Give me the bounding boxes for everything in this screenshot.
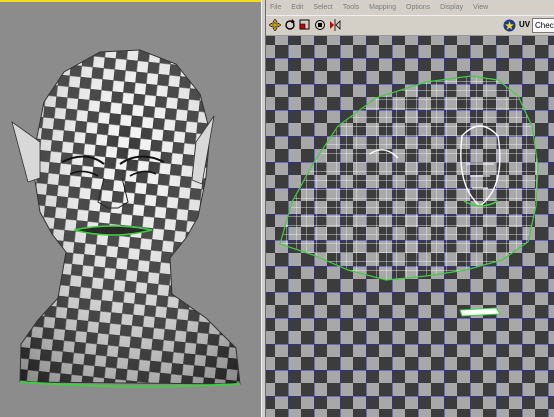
menu-options[interactable]: Options: [406, 0, 430, 15]
head-model: [11, 49, 241, 388]
menu-mapping[interactable]: Mapping: [369, 0, 396, 15]
uv-menubar: File Edit Select Tools Mapping Options D…: [266, 0, 554, 15]
mirror-icon[interactable]: [328, 18, 342, 32]
menu-file[interactable]: File: [270, 0, 281, 15]
menu-edit[interactable]: Edit: [291, 0, 303, 15]
menu-view[interactable]: View: [473, 0, 488, 15]
menu-display[interactable]: Display: [440, 0, 463, 15]
menu-tools[interactable]: Tools: [343, 0, 359, 15]
uv-editor-window: File Edit Select Tools Mapping Options D…: [266, 0, 554, 417]
uv-label: UV: [519, 20, 531, 29]
uv-canvas[interactable]: [266, 36, 554, 417]
texture-dropdown[interactable]: Checker: [532, 18, 554, 33]
freeform-icon[interactable]: [313, 18, 327, 32]
uv-layout: [266, 36, 554, 417]
move-icon[interactable]: [268, 18, 282, 32]
rotate-icon[interactable]: [283, 18, 297, 32]
3d-viewport[interactable]: [0, 0, 261, 417]
uv-toolbar: UV Checker: [266, 15, 554, 36]
scale-icon[interactable]: [298, 18, 312, 32]
menu-select[interactable]: Select: [313, 0, 332, 15]
uv-channel-icon[interactable]: [502, 18, 516, 32]
